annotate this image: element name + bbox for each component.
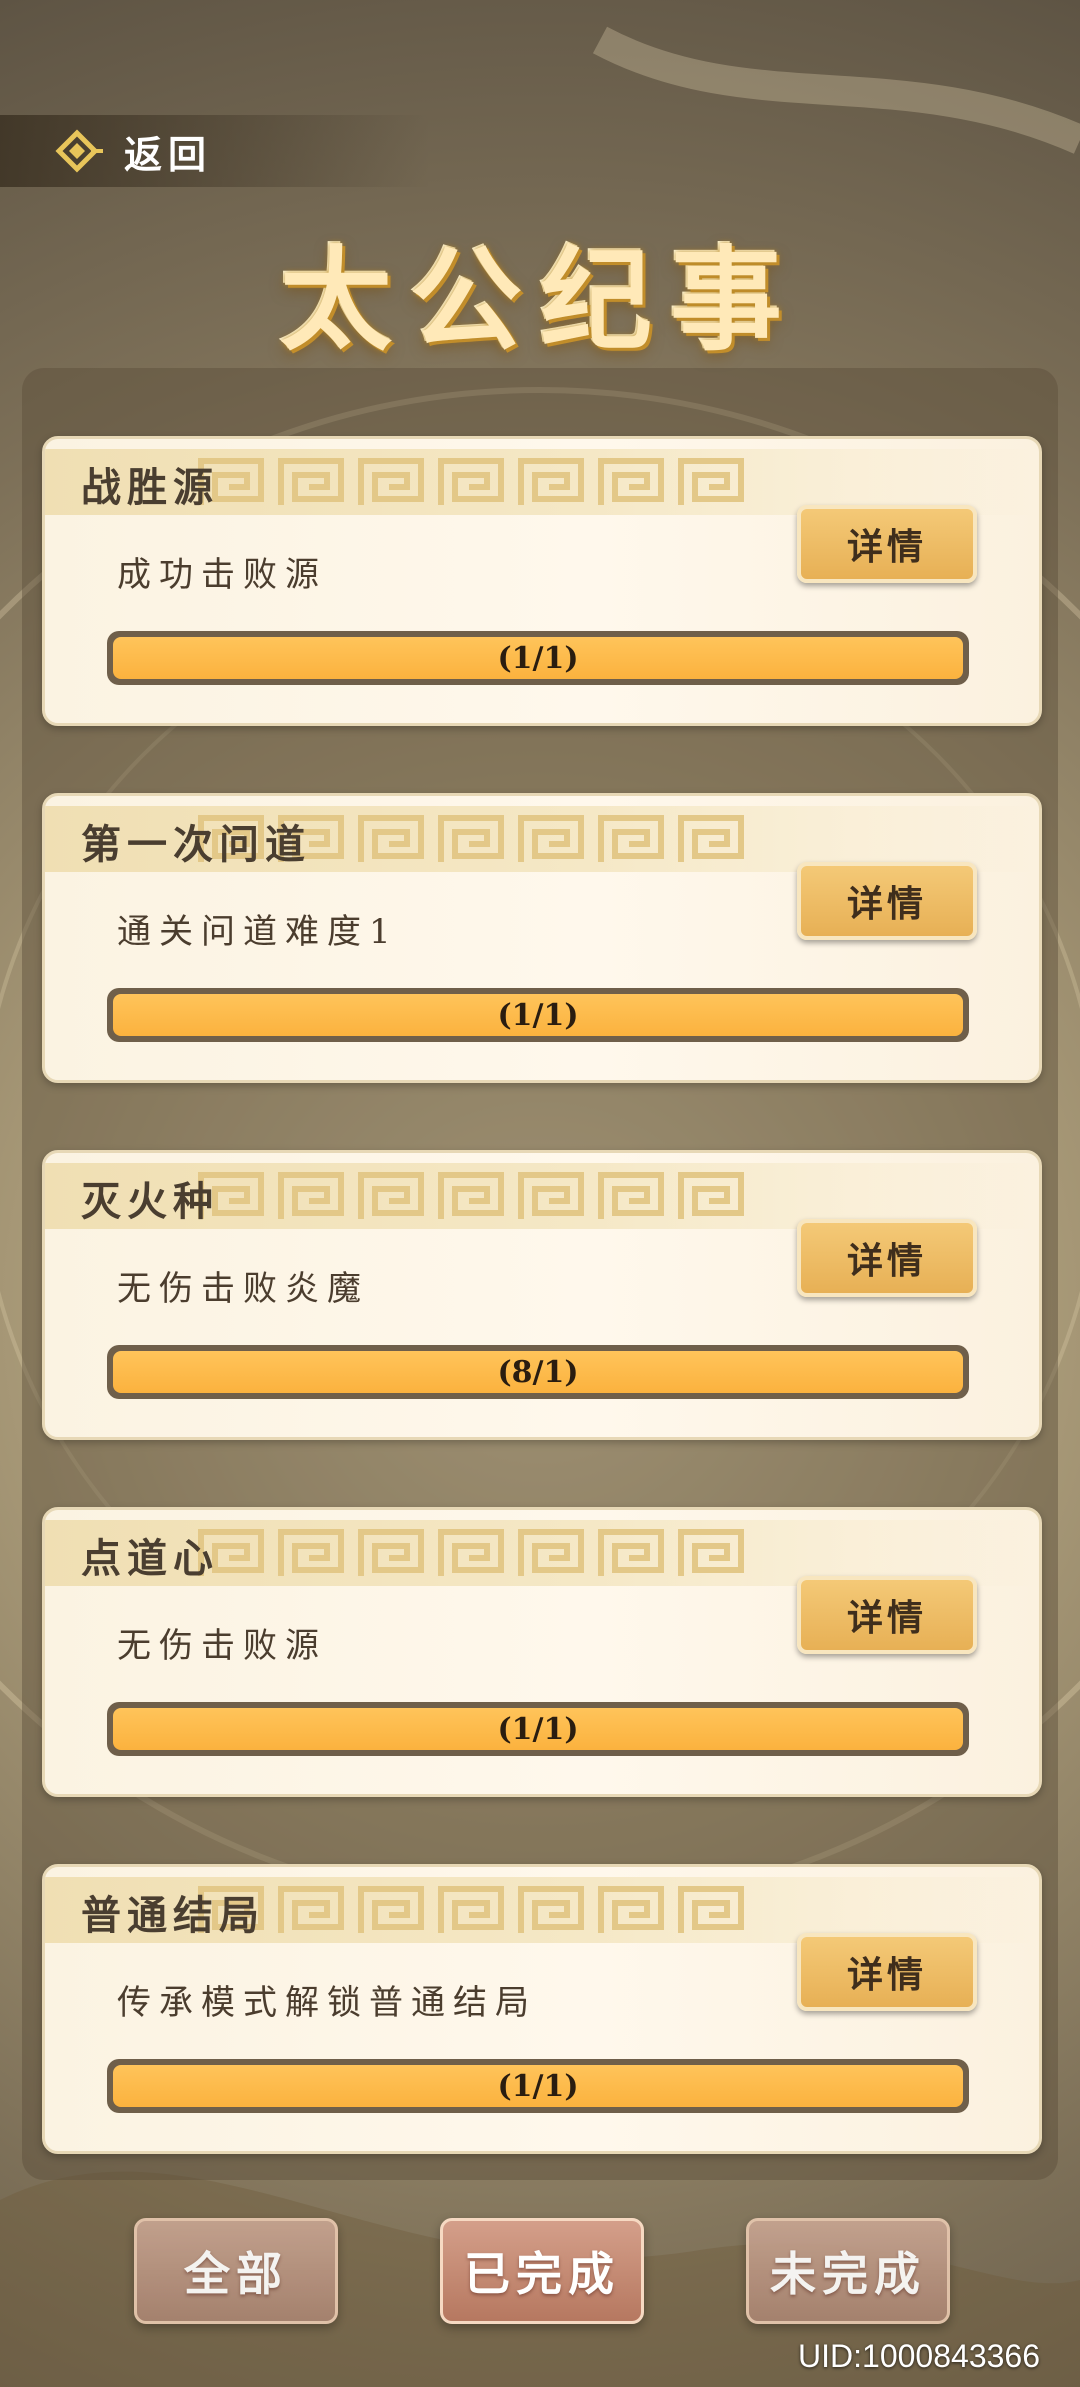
achievement-card: 普通结局传承模式解锁普通结局 详情 (1/1) xyxy=(42,1864,1042,2154)
achievement-description: 成功击败源 xyxy=(117,555,327,595)
tab-incomplete[interactable]: 未完成 xyxy=(746,2218,950,2324)
achievement-description: 传承模式解锁普通结局 xyxy=(117,1983,537,2023)
detail-button[interactable]: 详情 xyxy=(797,862,977,940)
detail-button[interactable]: 详情 xyxy=(797,1576,977,1654)
progress-text: (1/1) xyxy=(497,1711,579,1747)
progress-bar: (1/1) xyxy=(107,1702,969,1756)
page-title: 太公纪事 xyxy=(280,235,800,366)
detail-button[interactable]: 详情 xyxy=(797,1933,977,2011)
achievement-description: 无伤击败源 xyxy=(117,1626,327,1666)
achievement-description: 无伤击败炎魔 xyxy=(117,1269,369,1309)
progress-text: (8/1) xyxy=(497,1354,579,1390)
progress-text: (1/1) xyxy=(497,2068,579,2104)
achievement-card: 点道心无伤击败源 详情 (1/1) xyxy=(42,1507,1042,1797)
achievement-title: 灭火种 xyxy=(81,1178,219,1225)
back-label: 返回 xyxy=(124,132,213,177)
progress-bar: (1/1) xyxy=(107,2059,969,2113)
progress-bar: (1/1) xyxy=(107,631,969,685)
achievement-title: 点道心 xyxy=(81,1535,219,1582)
progress-bar: (8/1) xyxy=(107,1345,969,1399)
diamond-back-icon xyxy=(52,124,106,178)
tab-completed[interactable]: 已完成 xyxy=(440,2218,644,2324)
detail-button[interactable]: 详情 xyxy=(797,1219,977,1297)
detail-button[interactable]: 详情 xyxy=(797,505,977,583)
achievement-description: 通关问道难度1 xyxy=(117,912,399,952)
progress-text: (1/1) xyxy=(497,997,579,1033)
achievement-card: 战胜源成功击败源 详情 (1/1) xyxy=(42,436,1042,726)
progress-text: (1/1) xyxy=(497,640,579,676)
back-button[interactable]: 返回 xyxy=(0,115,430,187)
achievement-title: 第一次问道 xyxy=(81,821,311,868)
achievement-card: 灭火种无伤击败炎魔 详情 (8/1) xyxy=(42,1150,1042,1440)
achievement-title: 普通结局 xyxy=(81,1892,265,1939)
tab-all[interactable]: 全部 xyxy=(134,2218,338,2324)
achievement-title: 战胜源 xyxy=(81,464,219,511)
progress-bar: (1/1) xyxy=(107,988,969,1042)
achievement-card: 第一次问道通关问道难度1 详情 (1/1) xyxy=(42,793,1042,1083)
uid-label: UID:1000843366 xyxy=(798,2338,1040,2374)
